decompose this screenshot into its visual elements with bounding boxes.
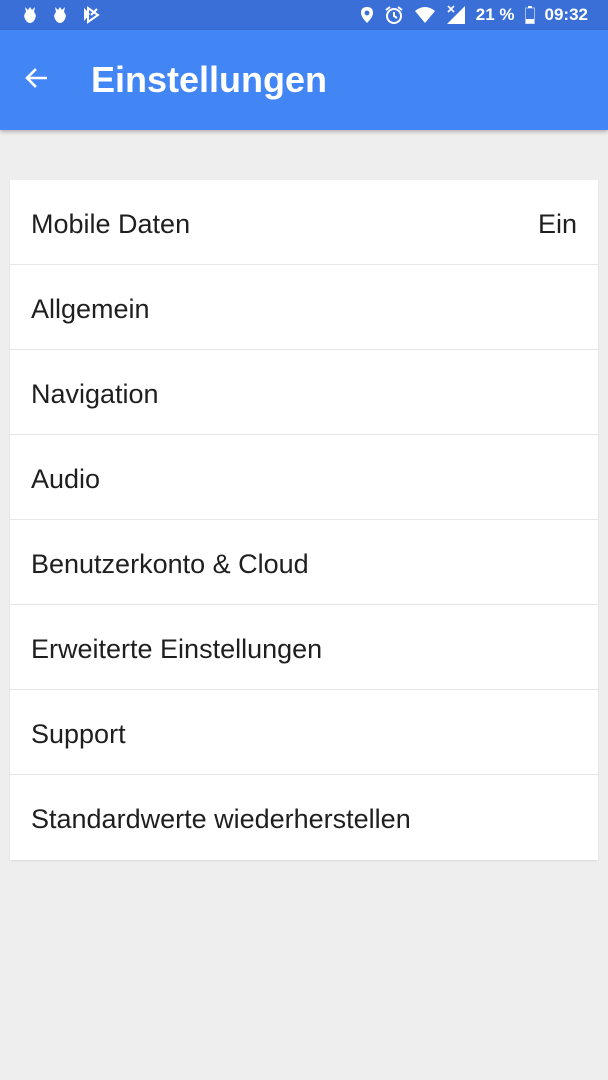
settings-item-advanced-settings[interactable]: Erweiterte Einstellungen <box>10 605 598 690</box>
settings-item-label: Mobile Daten <box>31 209 191 239</box>
status-indicators: 21 % 09:32 <box>360 4 588 26</box>
status-notifications <box>22 4 100 26</box>
battery-icon <box>524 6 535 24</box>
settings-item-value: Ein <box>537 209 577 239</box>
settings-item-audio[interactable]: Audio <box>10 435 598 520</box>
status-bar: 21 % 09:32 <box>0 0 608 30</box>
location-icon <box>360 6 374 24</box>
app-bar: Einstellungen <box>0 30 608 130</box>
clock-time: 09:32 <box>544 5 588 24</box>
arrow-back-icon <box>25 67 48 93</box>
back-button[interactable] <box>16 60 56 100</box>
settings-item-support[interactable]: Support <box>10 690 598 775</box>
app-notification-icon <box>82 6 100 24</box>
settings-item-mobile-data[interactable]: Mobile Daten Ein <box>10 180 598 265</box>
settings-item-account-cloud[interactable]: Benutzerkonto & Cloud <box>10 520 598 605</box>
settings-item-restore-defaults[interactable]: Standardwerte wiederherstellen <box>10 775 598 860</box>
settings-item-label: Allgemein <box>31 294 150 324</box>
settings-item-label: Support <box>31 719 126 749</box>
settings-item-label: Audio <box>31 464 101 494</box>
settings-item-label: Navigation <box>31 379 159 409</box>
settings-item-label: Erweiterte Einstellungen <box>31 634 323 664</box>
battery-text: 21 % <box>475 5 515 24</box>
settings-list: Mobile Daten Ein Allgemein Navigation Au… <box>10 180 598 860</box>
settings-item-general[interactable]: Allgemein <box>10 265 598 350</box>
settings-item-navigation[interactable]: Navigation <box>10 350 598 435</box>
notification-icon <box>22 6 38 24</box>
alarm-icon <box>384 5 404 25</box>
notification-icon <box>52 6 68 24</box>
settings-item-label: Standardwerte wiederherstellen <box>31 804 411 834</box>
signal-icon <box>446 5 466 25</box>
page-title: Einstellungen <box>91 59 328 100</box>
settings-item-label: Benutzerkonto & Cloud <box>31 549 309 579</box>
wifi-icon <box>414 6 436 24</box>
